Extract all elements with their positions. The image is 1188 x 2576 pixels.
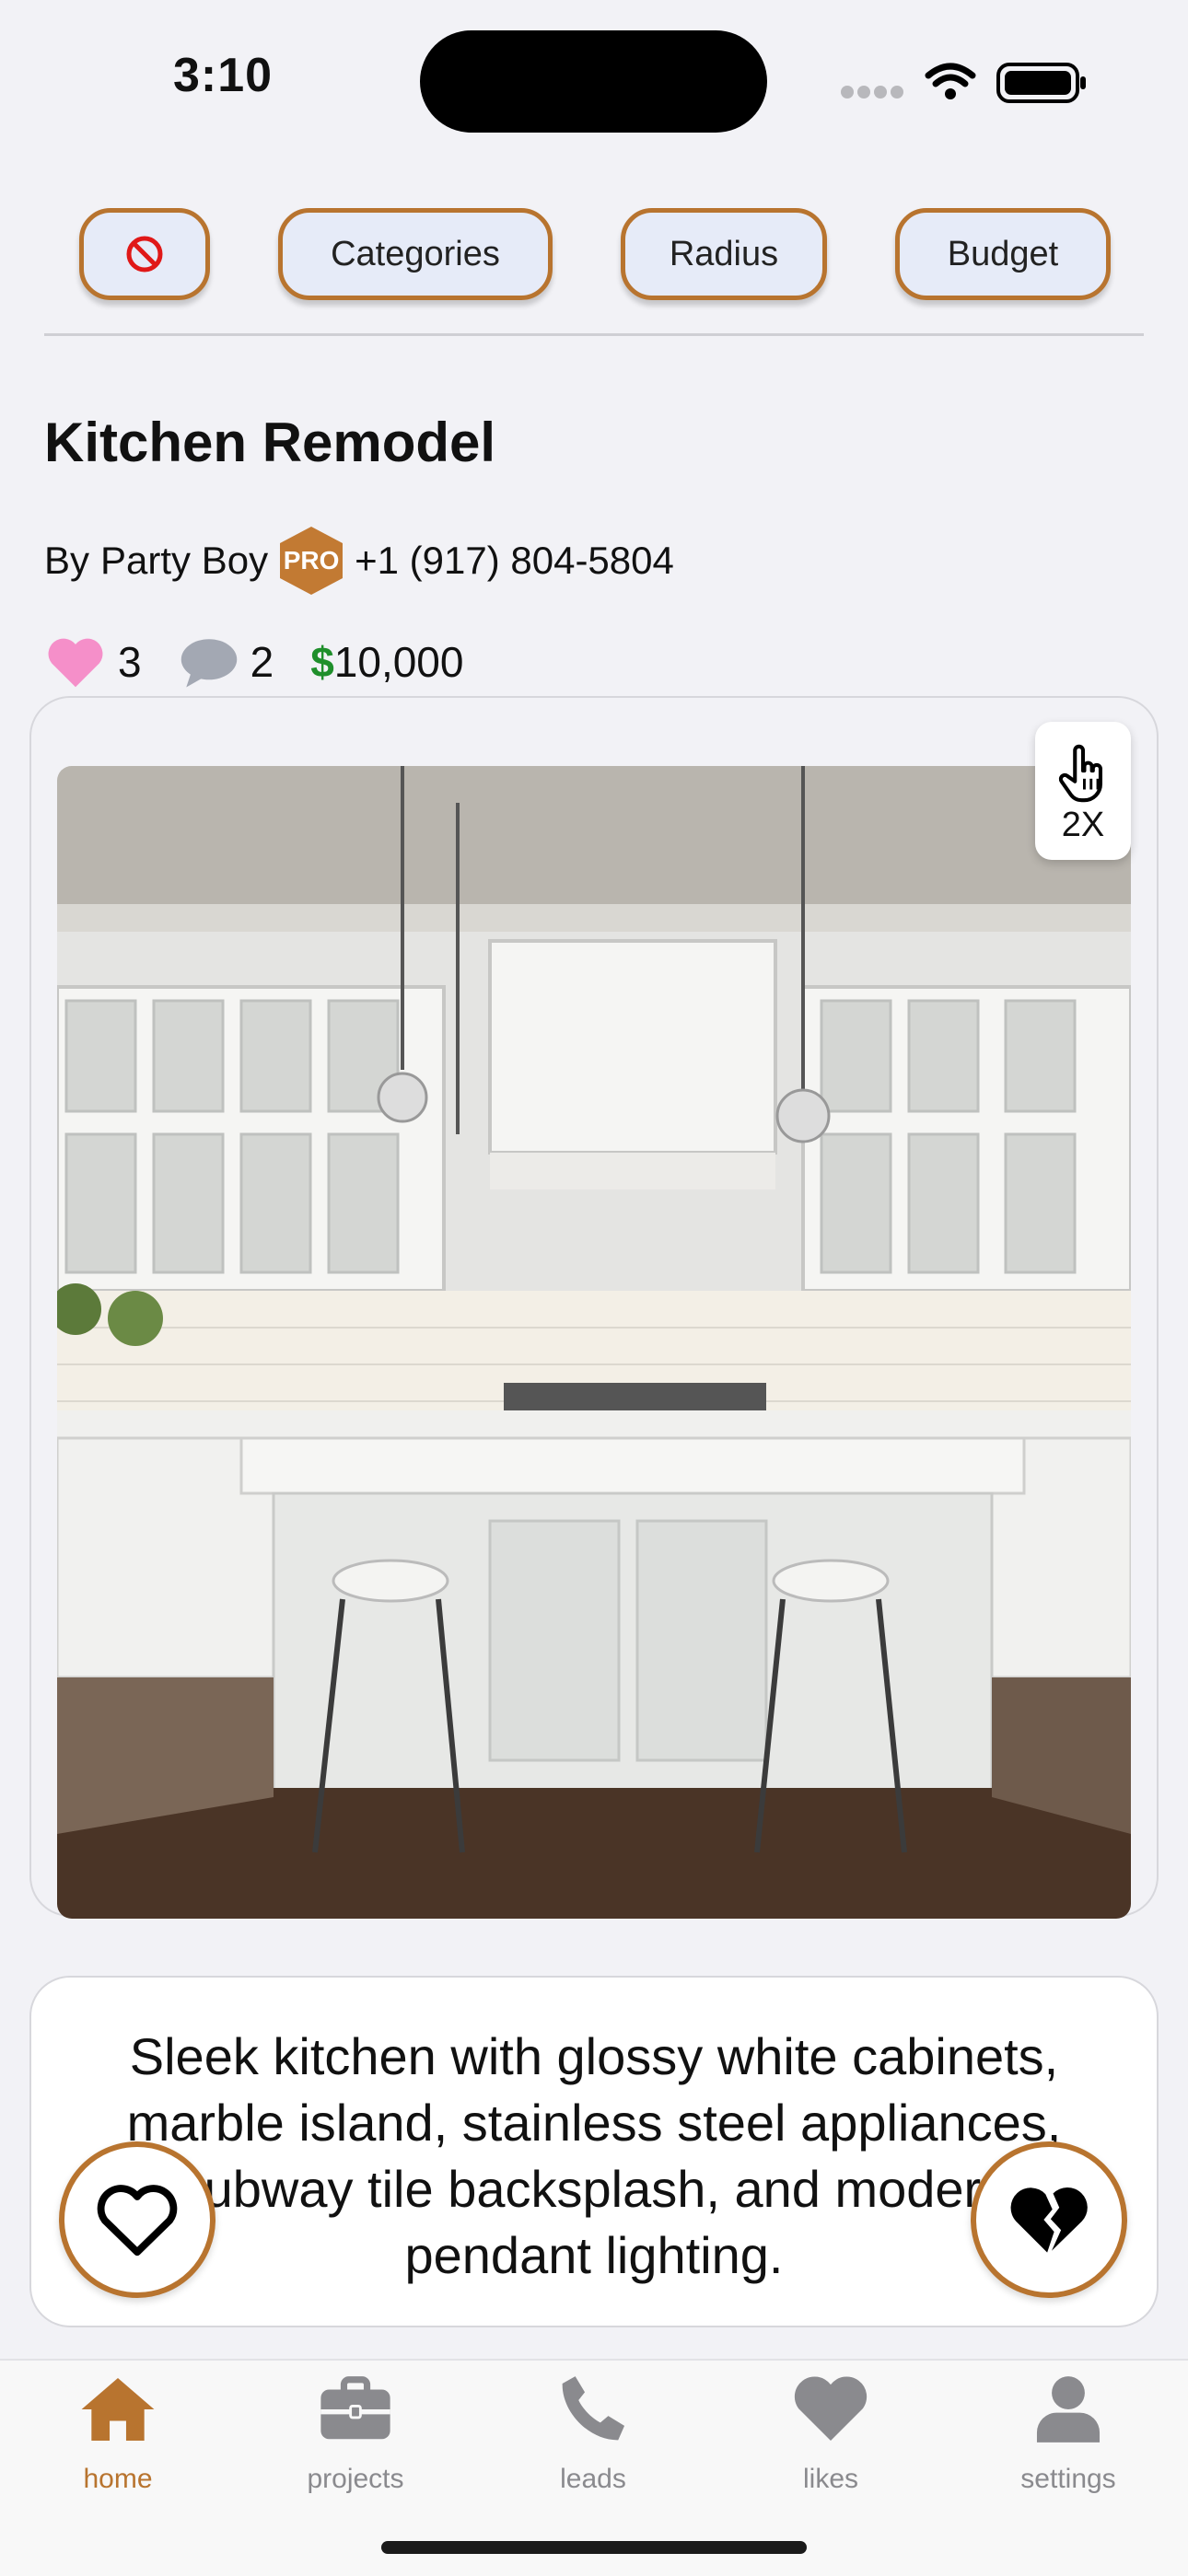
zoom-hint: 2X <box>1035 722 1131 860</box>
status-time: 3:10 <box>173 49 274 102</box>
dynamic-island <box>420 30 767 133</box>
project-photo[interactable] <box>57 766 1131 1919</box>
status-icons <box>841 63 1086 103</box>
tab-likes[interactable]: likes <box>739 2366 923 2495</box>
pro-badge: PRO <box>277 525 345 597</box>
dollar-icon: $ <box>310 638 334 686</box>
heart-icon <box>48 638 103 688</box>
stats-row: 3 2 $ 10,000 <box>44 630 500 694</box>
author-line: By Party Boy PRO +1 (917) 804-5804 <box>44 525 674 597</box>
briefcase-icon <box>320 2376 390 2440</box>
phone-icon <box>562 2376 625 2441</box>
categories-button[interactable]: Categories <box>278 208 553 300</box>
by-prefix: By <box>44 539 90 582</box>
kitchen-photo-illustration <box>57 766 1131 1919</box>
heart-outline-icon <box>97 2185 178 2257</box>
hand-pointer-icon <box>1058 744 1102 803</box>
likes-count: 3 <box>118 638 142 686</box>
tab-leads[interactable]: leads <box>501 2366 685 2495</box>
home-icon <box>81 2377 155 2442</box>
project-description: Sleek kitchen with glossy white cabinets… <box>29 1976 1159 2327</box>
pro-badge-label: PRO <box>283 546 340 574</box>
author-name[interactable]: Party Boy <box>100 539 268 583</box>
tab-settings-label: settings <box>1020 2464 1116 2494</box>
author-phone[interactable]: +1 (917) 804-5804 <box>355 539 674 583</box>
description-text: Sleek kitchen with glossy white cabinets… <box>126 2027 1062 2284</box>
tab-projects-label: projects <box>307 2464 404 2494</box>
tab-likes-label: likes <box>802 2464 858 2494</box>
battery-icon <box>996 63 1086 103</box>
tab-settings[interactable]: settings <box>976 2366 1160 2495</box>
signal-icon <box>841 86 903 99</box>
zoom-hint-label: 2X <box>1061 806 1105 844</box>
tab-home[interactable]: home <box>26 2366 210 2495</box>
wifi-icon <box>925 63 976 87</box>
comments-count: 2 <box>250 638 274 686</box>
wifi-dot <box>945 88 956 99</box>
like-button[interactable] <box>59 2141 215 2298</box>
comment-bubble-icon <box>181 639 237 688</box>
categories-label: Categories <box>331 234 500 273</box>
budget-button[interactable]: Budget <box>895 208 1111 300</box>
home-indicator <box>381 2541 807 2554</box>
budget-label: Budget <box>947 234 1059 273</box>
radius-label: Radius <box>669 234 779 273</box>
tab-home-label: home <box>83 2464 153 2494</box>
price-value: 10,000 <box>333 638 464 686</box>
broken-heart-icon <box>1010 2187 1088 2253</box>
comments-stat[interactable]: 2 <box>179 636 274 688</box>
person-icon <box>1036 2376 1101 2443</box>
tab-leads-label: leads <box>560 2464 626 2494</box>
dislike-button[interactable] <box>971 2141 1127 2298</box>
filter-divider <box>44 333 1144 336</box>
project-title: Kitchen Remodel <box>44 412 496 473</box>
likes-stat[interactable]: 3 <box>44 634 142 690</box>
radius-button[interactable]: Radius <box>621 208 827 300</box>
price-stat: $ 10,000 <box>310 637 463 687</box>
no-entry-icon <box>126 236 163 273</box>
heart-icon <box>794 2376 868 2442</box>
tab-projects[interactable]: projects <box>263 2366 448 2495</box>
clear-filters-button[interactable] <box>79 208 210 300</box>
